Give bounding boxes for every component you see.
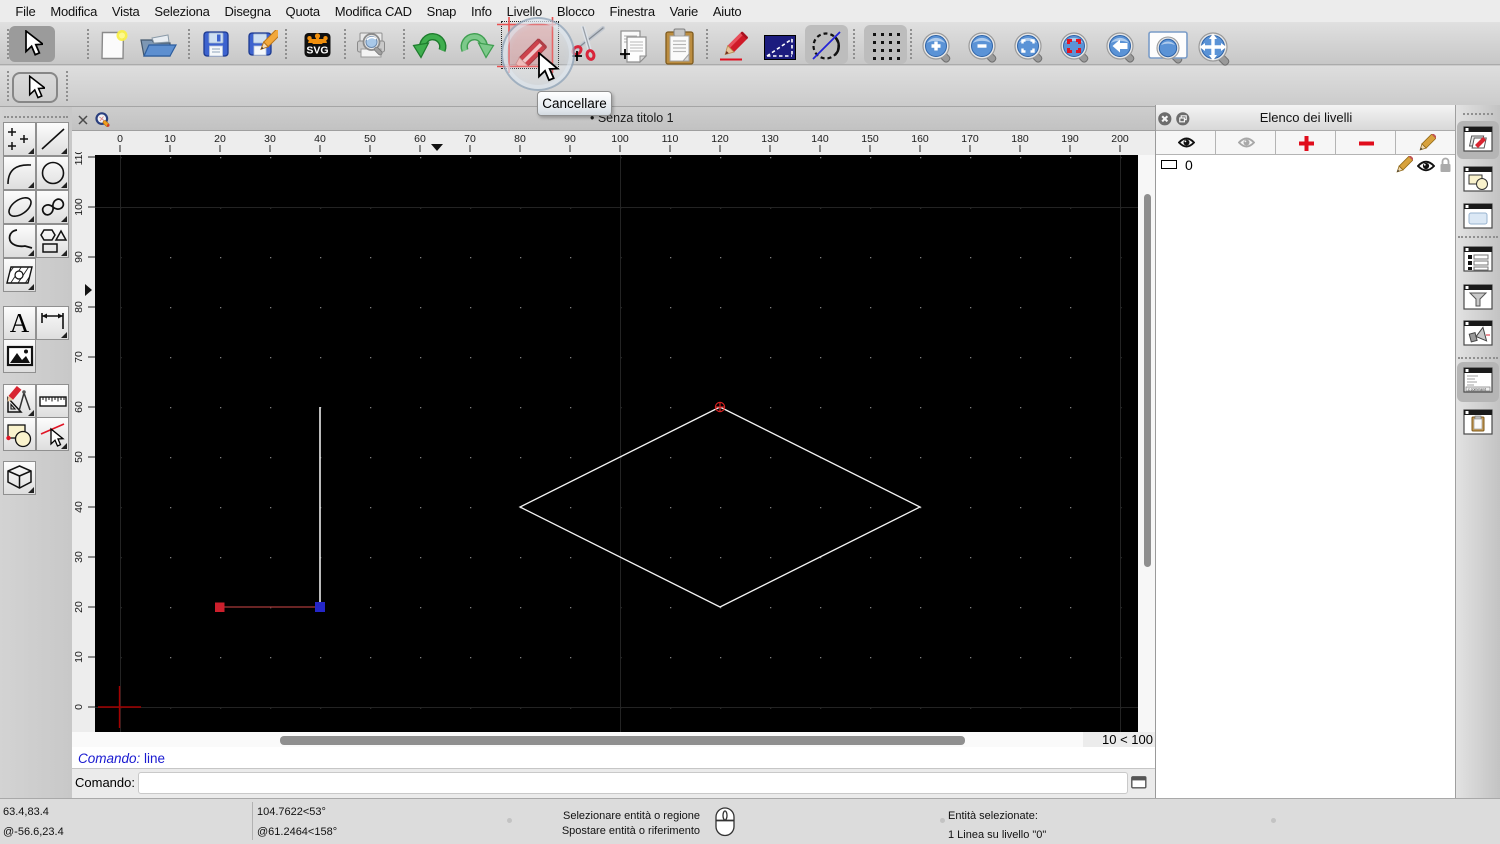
svg-text:30: 30: [264, 133, 276, 145]
svg-text:SVG: SVG: [306, 45, 328, 57]
svg-text:170: 170: [961, 133, 979, 145]
svg-text:50: 50: [73, 451, 85, 463]
svg-text:70: 70: [73, 351, 85, 363]
svg-text:50: 50: [364, 133, 376, 145]
svg-text:90: 90: [564, 133, 576, 145]
svg-text:30: 30: [73, 551, 85, 563]
svg-text:90: 90: [73, 251, 85, 263]
svg-text:80: 80: [73, 301, 85, 313]
svg-text:100: 100: [73, 198, 85, 216]
svg-text:20: 20: [214, 133, 226, 145]
svg-text:60: 60: [414, 133, 426, 145]
svg-text:70: 70: [464, 133, 476, 145]
svg-text:60: 60: [73, 401, 85, 413]
svg-text:130: 130: [761, 133, 779, 145]
svg-text:110: 110: [662, 133, 679, 145]
svg-text:190: 190: [1061, 133, 1079, 145]
svg-text:0: 0: [73, 704, 85, 710]
svg-text:100: 100: [611, 133, 629, 145]
svg-text:40: 40: [73, 501, 85, 513]
svg-text:10: 10: [73, 651, 85, 663]
svg-text:120: 120: [711, 133, 729, 145]
svg-text:200: 200: [1111, 133, 1129, 145]
svg-text:180: 180: [1011, 133, 1029, 145]
svg-text:110: 110: [73, 152, 85, 165]
svg-text:160: 160: [911, 133, 929, 145]
svg-text:150: 150: [861, 133, 879, 145]
svg-text:c command: c command: [1468, 388, 1486, 392]
svg-text:20: 20: [73, 601, 85, 613]
svg-text:140: 140: [811, 133, 829, 145]
svg-text:40: 40: [314, 133, 326, 145]
svg-text:10: 10: [164, 133, 176, 145]
svg-text:80: 80: [514, 133, 526, 145]
svg-text:0: 0: [117, 133, 123, 145]
